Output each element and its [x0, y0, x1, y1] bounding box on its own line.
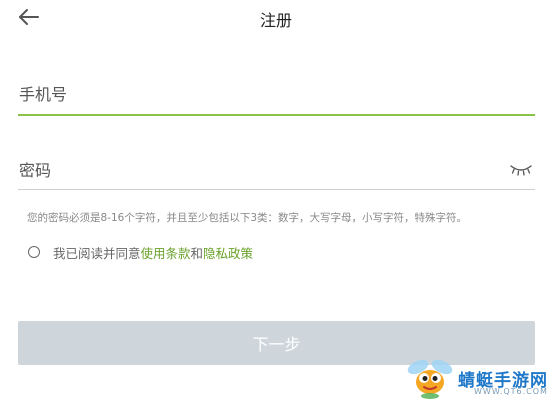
password-field-container — [18, 156, 535, 190]
password-hint: 您的密码必须是8-16个字符，并且至少包括以下3类：数字，大写字母，小写字符，特… — [27, 212, 468, 224]
privacy-link[interactable]: 隐私政策 — [203, 243, 253, 262]
password-input[interactable] — [18, 156, 489, 184]
dragonfly-mascot-icon — [407, 359, 453, 399]
agreement-row: 我已阅读并同意 使用条款 和 隐私政策 — [28, 243, 253, 261]
header-bar: 注册 — [0, 0, 552, 36]
watermark-url: WWW.QT6.COM — [474, 387, 548, 396]
agreement-prefix: 我已阅读并同意 — [53, 245, 141, 261]
page-title: 注册 — [259, 11, 292, 30]
phone-input[interactable] — [18, 80, 489, 108]
phone-field-container — [18, 78, 535, 116]
agreement-conjunction: 和 — [190, 245, 204, 261]
site-watermark: 蜻蜓手游网 WWW.QT6.COM — [404, 356, 552, 401]
eye-closed-icon — [510, 165, 532, 176]
terms-link[interactable]: 使用条款 — [141, 243, 191, 262]
agreement-radio[interactable] — [28, 246, 40, 258]
password-visibility-toggle[interactable] — [509, 162, 533, 178]
